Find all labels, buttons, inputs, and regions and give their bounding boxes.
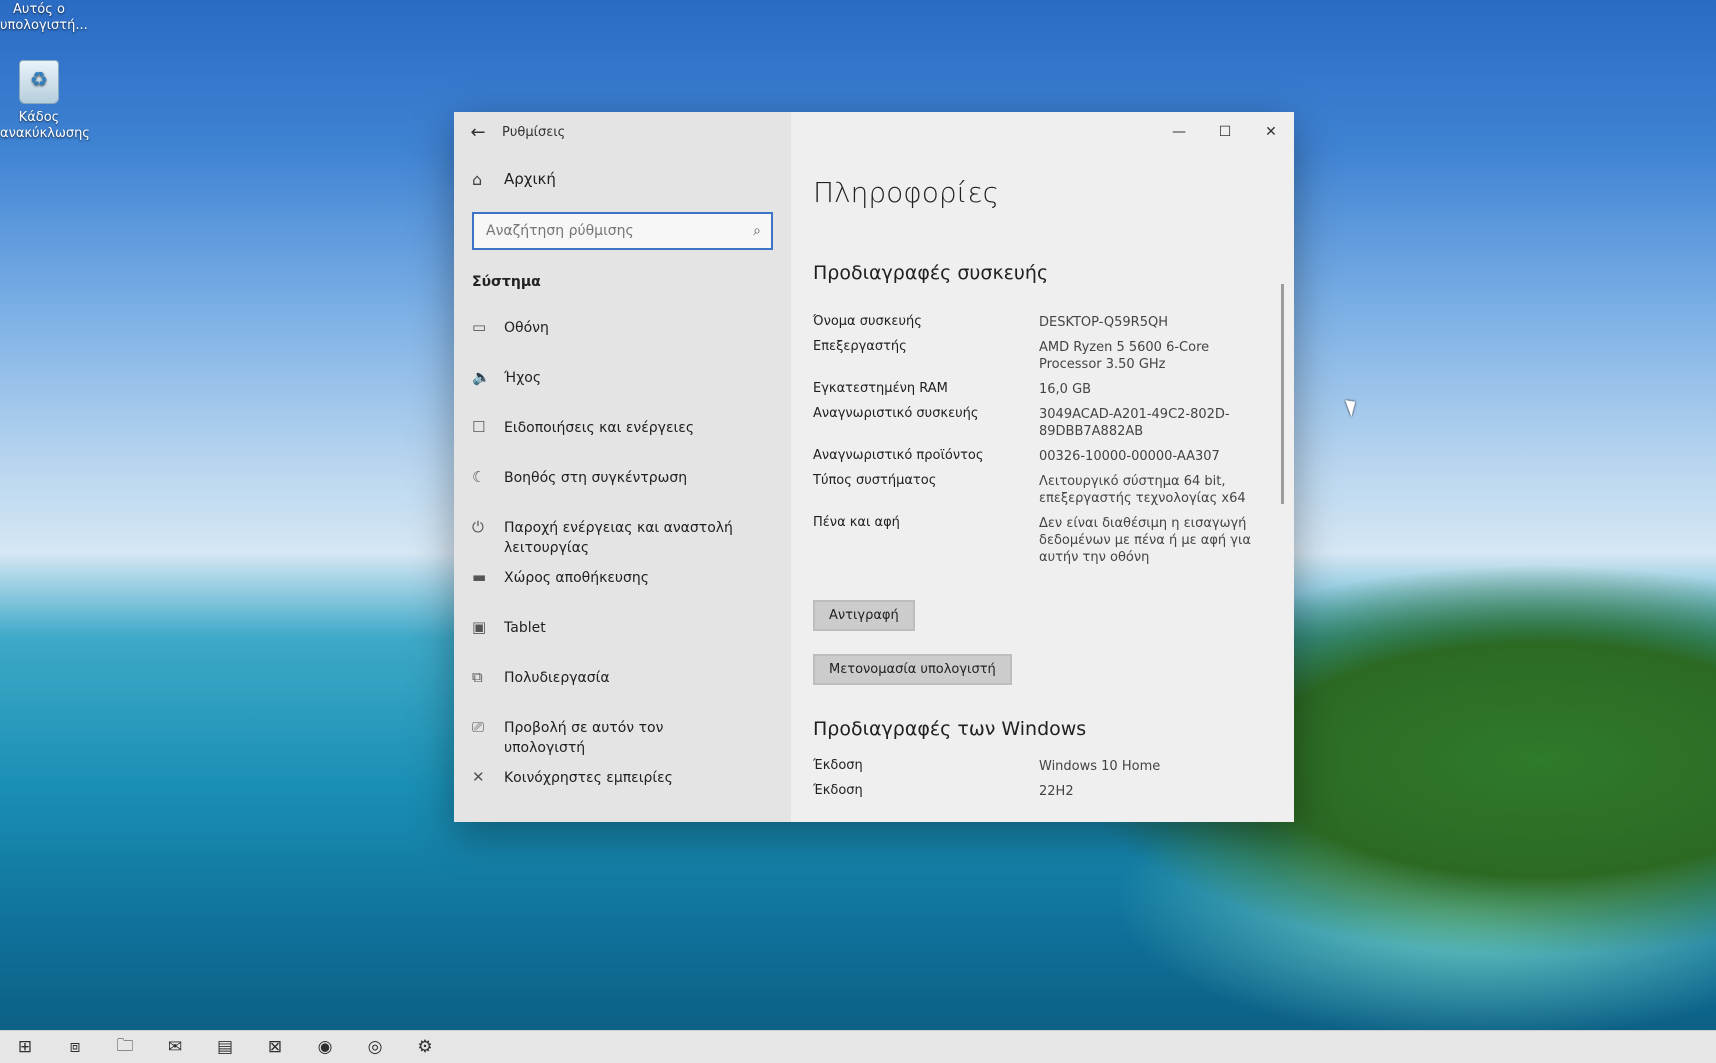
sidebar: ← Ρυθμίσεις ⌂ Αρχική ⌕ Σύστημα ▭ Οθόνη 🔈 Ήχ… xyxy=(454,112,791,822)
shared-experiences-icon: ✕ xyxy=(472,768,485,786)
sidebar-item-label: Παροχή ενέργειας και αναστολή λειτουργία… xyxy=(504,520,733,556)
firefox-icon[interactable]: ◉ xyxy=(300,1031,350,1063)
sidebar-item-7[interactable]: ▣ Tablet xyxy=(454,618,791,668)
spec-label: Όνομα συσκευής xyxy=(813,314,922,329)
page-title: Πληροφορίες xyxy=(813,176,1000,209)
device-specs-title: Προδιαγραφές συσκευής xyxy=(813,262,1049,284)
spec-value: AMD Ryzen 5 5600 6-Core Processor 3.50 G… xyxy=(1039,340,1210,372)
spec-value: DESKTOP-Q59R5QH xyxy=(1039,315,1168,330)
speaker-icon: 🔈 xyxy=(472,368,491,386)
mail-icon[interactable]: ✉ xyxy=(150,1031,200,1063)
search-box[interactable]: ⌕ xyxy=(472,212,773,250)
home-label: Αρχική xyxy=(504,170,556,188)
sidebar-item-label: Κοινόχρηστες εμπειρίες xyxy=(504,770,673,786)
spec-row: Επεξεργαστής AMD Ryzen 5 5600 6-Core Proc… xyxy=(813,339,1253,373)
window-title: Ρυθμίσεις xyxy=(502,124,566,140)
spec-value: Λειτουργικό σύστημα 64 bit, επεξεργαστής… xyxy=(1039,474,1246,506)
sidebar-item-10[interactable]: ✕ Κοινόχρηστες εμπειρίες xyxy=(454,768,791,818)
taskbar: ⊞ ⧈ 🗀 ✉ ▤ ⊠ ◉ ◎ ⚙ xyxy=(0,1030,1716,1063)
desktop-icon-recycle-bin[interactable]: Κάδος ανακύκλωσης xyxy=(0,60,90,142)
this-pc-label: Αυτός ο υπολογιστή... xyxy=(0,2,88,33)
recycle-bin-label: Κάδος ανακύκλωσης xyxy=(0,110,90,141)
sidebar-item-5[interactable]: ⏻ Παροχή ενέργειας και αναστολή λειτουργί… xyxy=(454,518,791,568)
search-icon[interactable]: ⌕ xyxy=(753,223,761,239)
tablet-icon: ▣ xyxy=(472,618,487,636)
chrome-icon[interactable]: ◎ xyxy=(350,1031,400,1063)
sidebar-item-2[interactable]: 🔈 Ήχος xyxy=(454,368,791,418)
home-icon: ⌂ xyxy=(472,169,483,189)
storage-icon: ▬ xyxy=(472,568,487,586)
spec-label: Αναγνωριστικό προϊόντος xyxy=(813,448,984,463)
main-content: — ☐ ✕ Πληροφορίες Προδιαγραφές συσκευής … xyxy=(791,112,1294,822)
sidebar-item-1[interactable]: ▭ Οθόνη xyxy=(454,318,791,368)
window-controls: — ☐ ✕ xyxy=(1156,112,1294,152)
spec-row: Αναγνωριστικό προϊόντος 00326-10000-00000… xyxy=(813,448,1253,465)
spec-row: Πένα και αφή Δεν είναι διαθέσιμη η εισαγω… xyxy=(813,515,1253,566)
windows-specs-title: Προδιαγραφές των Windows xyxy=(813,718,1087,740)
excel-icon[interactable]: ⊠ xyxy=(250,1031,300,1063)
close-button[interactable]: ✕ xyxy=(1248,112,1294,152)
sidebar-item-label: Οθόνη xyxy=(504,320,549,336)
section-title: Σύστημα xyxy=(472,274,541,290)
nav-list: ▭ Οθόνη 🔈 Ήχος ☐ Ειδοποιήσεις και ενέργειες ☾ Β… xyxy=(454,318,791,818)
spec-value: 16,0 GB xyxy=(1039,382,1092,397)
title-bar: ← Ρυθμίσεις xyxy=(454,112,791,152)
minimize-button[interactable]: — xyxy=(1156,112,1202,152)
sidebar-item-label: Ήχος xyxy=(504,370,542,386)
rename-pc-button[interactable]: Μετονομασία υπολογιστή xyxy=(813,654,1012,685)
sidebar-item-label: Προβολή σε αυτόν τον υπολογιστή xyxy=(504,720,664,756)
power-icon: ⏻ xyxy=(472,518,484,536)
notification-icon: ☐ xyxy=(472,418,486,436)
spec-row: Έκδοση 22H2 xyxy=(813,783,1253,800)
desktop-icon-this-pc[interactable]: Αυτός ο υπολογιστή... xyxy=(0,2,88,34)
spec-value: 3049ACAD-A201-49C2-802D-89DBB7A882AB xyxy=(1039,407,1230,439)
moon-icon: ☾ xyxy=(472,468,486,486)
project-icon: ⎚ xyxy=(472,718,485,736)
sidebar-item-4[interactable]: ☾ Βοηθός στη συγκέντρωση xyxy=(454,468,791,518)
sidebar-item-3[interactable]: ☐ Ειδοποιήσεις και ενέργειες xyxy=(454,418,791,468)
start-icon[interactable]: ⊞ xyxy=(0,1031,50,1063)
spec-label: Πένα και αφή xyxy=(813,515,900,530)
sidebar-item-8[interactable]: ⧉ Πολυδιεργασία xyxy=(454,668,791,718)
search-input[interactable] xyxy=(484,222,754,240)
spec-label: Έκδοση xyxy=(813,783,863,798)
maximize-button[interactable]: ☐ xyxy=(1202,112,1248,152)
settings-window: ← Ρυθμίσεις ⌂ Αρχική ⌕ Σύστημα ▭ Οθόνη 🔈 Ήχ… xyxy=(454,112,1294,822)
spec-row: Έκδοση Windows 10 Home xyxy=(813,758,1253,775)
spec-label: Τύπος συστήματος xyxy=(813,473,937,488)
spec-value: Windows 10 Home xyxy=(1039,759,1161,774)
windows-specs-table: Έκδοση Windows 10 Home Έκδοση 22H2 xyxy=(813,758,1253,808)
sidebar-item-label: Πολυδιεργασία xyxy=(504,670,610,686)
spec-row: Όνομα συσκευής DESKTOP-Q59R5QH xyxy=(813,314,1253,331)
settings-icon[interactable]: ⚙ xyxy=(400,1031,450,1063)
spec-row: Αναγνωριστικό συσκευής 3049ACAD-A201-49C2… xyxy=(813,406,1253,440)
scrollbar[interactable] xyxy=(1281,284,1284,504)
recycle-bin-icon xyxy=(19,60,59,104)
sidebar-item-label: Βοηθός στη συγκέντρωση xyxy=(504,470,688,486)
spec-label: Έκδοση xyxy=(813,758,863,773)
sidebar-item-label: Tablet xyxy=(504,620,546,636)
spec-value: 00326-10000-00000-AA307 xyxy=(1039,449,1220,464)
sidebar-item-label: Ειδοποιήσεις και ενέργειες xyxy=(504,420,695,436)
spec-row: Εγκατεστημένη RAM 16,0 GB xyxy=(813,381,1253,398)
task-view-icon[interactable]: ⧈ xyxy=(50,1031,100,1063)
spec-label: Εγκατεστημένη RAM xyxy=(813,381,948,396)
back-arrow-icon[interactable]: ← xyxy=(454,122,502,143)
sidebar-item-label: Χώρος αποθήκευσης xyxy=(504,570,649,586)
spec-label: Επεξεργαστής xyxy=(813,339,907,354)
copy-button[interactable]: Αντιγραφή xyxy=(813,600,915,631)
spec-value: Δεν είναι διαθέσιμη η εισαγωγή δεδομένων… xyxy=(1039,516,1251,565)
mouse-cursor-icon xyxy=(1345,397,1360,417)
file-explorer-icon[interactable]: 🗀 xyxy=(100,1031,150,1063)
display-icon: ▭ xyxy=(472,318,487,336)
spec-label: Αναγνωριστικό συσκευής xyxy=(813,406,979,421)
device-specs-table: Όνομα συσκευής DESKTOP-Q59R5QH Επεξεργαστή… xyxy=(813,314,1253,574)
sidebar-item-6[interactable]: ▬ Χώρος αποθήκευσης xyxy=(454,568,791,618)
sidebar-item-9[interactable]: ⎚ Προβολή σε αυτόν τον υπολογιστή xyxy=(454,718,791,768)
home-link[interactable]: ⌂ Αρχική xyxy=(454,152,791,206)
spec-row: Τύπος συστήματος Λειτουργικό σύστημα 64 b… xyxy=(813,473,1253,507)
multitasking-icon: ⧉ xyxy=(472,668,483,686)
app-icon[interactable]: ▤ xyxy=(200,1031,250,1063)
spec-value: 22H2 xyxy=(1039,784,1074,799)
